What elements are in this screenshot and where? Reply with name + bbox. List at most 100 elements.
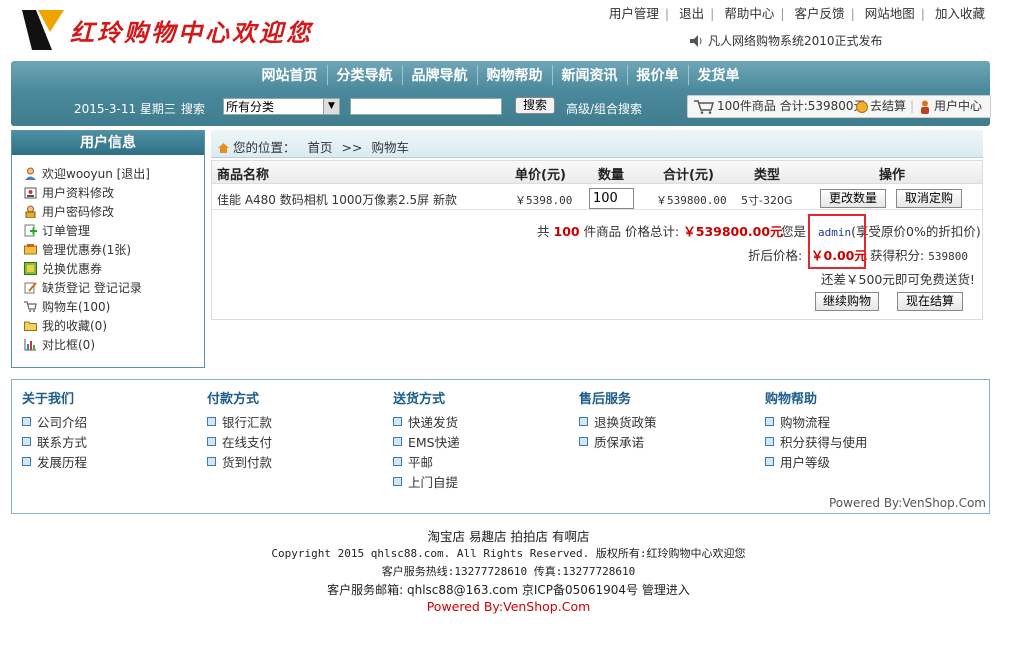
footer-link-label: 快递发货 xyxy=(408,415,459,430)
nav-category[interactable]: 分类导航 xyxy=(326,65,402,85)
quantity-input[interactable]: 100 xyxy=(589,188,634,209)
user-menu: 欢迎wooyun [退出] 用户资料修改 用户密码修改 订单管理 管理优惠券(1… xyxy=(24,165,150,355)
search-button[interactable]: 搜索 xyxy=(515,97,555,114)
powered-by-bottom[interactable]: Powered By:VenShop.Com xyxy=(0,599,1017,614)
nav-help[interactable]: 购物帮助 xyxy=(476,65,552,85)
sidebar-item-stockout[interactable]: 缺货登记 登记记录 xyxy=(24,279,150,298)
footer-link-label: 银行汇款 xyxy=(222,415,273,430)
footer-link[interactable]: 在线支付 xyxy=(207,433,272,453)
footer-link[interactable]: 公司介绍 xyxy=(22,413,87,433)
checkout-button[interactable]: 现在结算 xyxy=(897,292,963,311)
footer-link[interactable]: 质保承诺 xyxy=(579,433,657,453)
footer-col-aftersale: 售后服务 退换货政策 质保承诺 xyxy=(579,388,657,453)
folder-icon xyxy=(24,321,37,331)
col-unit-price: 单价(元) xyxy=(515,168,566,183)
footer-link-label: 在线支付 xyxy=(222,435,273,450)
footer-link[interactable]: 快递发货 xyxy=(393,413,460,433)
sidebar-item-label: 用户密码修改 xyxy=(42,205,115,219)
cart-item-name[interactable]: 佳能 A480 数码相机 1000万像素2.5屏 新款 xyxy=(217,191,457,208)
announcement-link[interactable]: 凡人网络购物系统2010正式发布 xyxy=(708,34,883,48)
footer-link-label: 上门自提 xyxy=(408,475,459,490)
search-input[interactable] xyxy=(350,98,502,115)
sidebar-item-password[interactable]: 用户密码修改 xyxy=(24,203,150,222)
cart-summary-text: 100件商品 合计:539800元 xyxy=(717,99,866,113)
nav-news[interactable]: 新闻资讯 xyxy=(551,65,627,85)
free-shipping-note: 还差￥500元即可免费送货! xyxy=(821,272,975,287)
cart-total-summary: 共 100 件商品 价格总计: ￥539800.00元 xyxy=(537,221,783,240)
footer-link[interactable]: 购物流程 xyxy=(765,413,868,433)
breadcrumb: 您的位置： 首页 >> 购物车 xyxy=(218,137,409,156)
update-quantity-button[interactable]: 更改数量 xyxy=(820,189,886,208)
bullet-icon xyxy=(393,437,402,446)
sidebar-item-orders[interactable]: 订单管理 xyxy=(24,222,150,241)
sidebar-item-coupons[interactable]: 管理优惠券(1张) xyxy=(24,241,150,260)
main-nav-bar: 网站首页 分类导航 品牌导航 购物帮助 新闻资讯 报价单 发货单 2015-3-11 星期三… xyxy=(11,61,991,126)
chart-icon xyxy=(24,339,36,351)
bullet-icon xyxy=(765,457,774,466)
footer-link[interactable]: 上门自提 xyxy=(393,473,460,493)
top-link-help[interactable]: 帮助中心 xyxy=(724,6,774,21)
bullet-icon xyxy=(22,417,31,426)
nav-shipping[interactable]: 发货单 xyxy=(687,65,749,85)
top-link-favorite[interactable]: 加入收藏 xyxy=(935,6,985,21)
powered-by-footer[interactable]: Powered By:VenShop.Com xyxy=(829,496,986,510)
footer-link[interactable]: 货到付款 xyxy=(207,453,272,473)
bullet-icon xyxy=(393,457,402,466)
footer-link[interactable]: 用户等级 xyxy=(765,453,868,473)
footer-link[interactable]: 联系方式 xyxy=(22,433,87,453)
cart-item-subtotal: ￥539800.00 xyxy=(656,194,727,207)
footer-col-title: 购物帮助 xyxy=(765,392,818,407)
top-link-sitemap[interactable]: 网站地图 xyxy=(865,6,915,21)
summary-prefix: 共 xyxy=(537,224,550,239)
bullet-icon xyxy=(22,437,31,446)
footer-link[interactable]: EMS快递 xyxy=(393,433,460,453)
exchange-icon xyxy=(24,262,37,275)
sidebar-item-label: 对比框(0) xyxy=(42,338,95,352)
footer-link[interactable]: 发展历程 xyxy=(22,453,87,473)
bullet-icon xyxy=(22,457,31,466)
footer-link-label: 用户等级 xyxy=(780,455,831,470)
sidebar-item-label: 欢迎wooyun [退出] xyxy=(42,167,150,181)
footer-link[interactable]: 银行汇款 xyxy=(207,413,272,433)
sidebar-item-label: 购物车(100) xyxy=(42,300,111,314)
nav-brand[interactable]: 品牌导航 xyxy=(401,65,477,85)
user-info-panel: 用户信息 欢迎wooyun [退出] 用户资料修改 用户密码修改 订单管理 管理… xyxy=(11,130,205,368)
cart-icon xyxy=(24,301,37,312)
top-link-user-admin[interactable]: 用户管理 xyxy=(609,6,659,21)
breadcrumb-home[interactable]: 首页 xyxy=(308,140,333,155)
logo-icon[interactable] xyxy=(22,10,64,50)
advanced-search-link[interactable]: 高级/组合搜索 xyxy=(566,100,642,117)
user-center-link[interactable]: 用户中心 xyxy=(934,96,982,117)
footer-link[interactable]: 平邮 xyxy=(393,453,460,473)
top-links: 用户管理 | 退出 | 帮助中心 | 客户反馈 | 网站地图 | 加入收藏 xyxy=(608,6,985,21)
continue-shopping-button[interactable]: 继续购物 xyxy=(815,292,879,311)
cancel-order-button[interactable]: 取消定购 xyxy=(896,189,962,208)
category-select[interactable]: 所有分类 ▼ xyxy=(223,98,340,115)
footer-link-label: 联系方式 xyxy=(37,435,88,450)
nav-home[interactable]: 网站首页 xyxy=(253,65,327,85)
sidebar-item-favorites[interactable]: 我的收藏(0) xyxy=(24,317,150,336)
checkout-link[interactable]: 去结算 xyxy=(870,96,906,117)
sidebar-item-label: 我的收藏(0) xyxy=(42,319,107,333)
sidebar-item-cart[interactable]: 购物车(100) xyxy=(24,298,150,317)
top-link-feedback[interactable]: 客户反馈 xyxy=(795,6,845,21)
footer-link-label: EMS快递 xyxy=(408,435,460,450)
sidebar-item-profile[interactable]: 用户资料修改 xyxy=(24,184,150,203)
nav-quote[interactable]: 报价单 xyxy=(626,65,688,85)
footer-link[interactable]: 退换货政策 xyxy=(579,413,657,433)
shop-links[interactable]: 淘宝店 易趣店 拍拍店 有啊店 xyxy=(0,526,1017,545)
bullet-icon xyxy=(207,437,216,446)
sidebar-item-exchange[interactable]: 兑换优惠券 xyxy=(24,260,150,279)
summary-mid: 件商品 价格总计: xyxy=(583,224,680,239)
footer-col-title: 送货方式 xyxy=(393,392,446,407)
footer-link[interactable]: 积分获得与使用 xyxy=(765,433,868,453)
sidebar-item-welcome[interactable]: 欢迎wooyun [退出] xyxy=(24,165,150,184)
site-logo-text[interactable]: 红玲购物中心欢迎您 xyxy=(70,13,313,48)
top-link-logout[interactable]: 退出 xyxy=(679,6,704,21)
footer-link-label: 发展历程 xyxy=(37,455,88,470)
footer-col-title: 售后服务 xyxy=(579,392,632,407)
highlight-box xyxy=(808,214,866,269)
sidebar-item-compare[interactable]: 对比框(0) xyxy=(24,336,150,355)
footer-link-label: 退换货政策 xyxy=(594,415,657,430)
bullet-icon xyxy=(207,417,216,426)
